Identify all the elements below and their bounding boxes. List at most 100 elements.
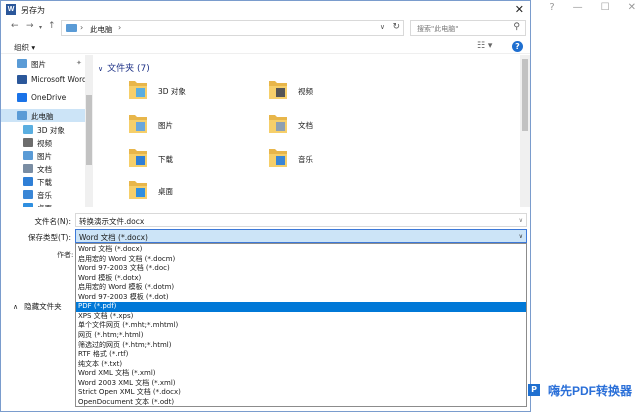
videos-icon [23,138,33,147]
chevron-up-icon: ∧ [13,303,19,311]
back-arrow-icon[interactable]: ← [11,21,19,31]
window-controls: ? — ☐ ✕ [549,2,636,13]
up-arrow-icon[interactable]: ↑ [48,21,56,31]
folder-label: 图片 [158,121,173,130]
filename-value: 转换演示文件.docx [79,217,145,226]
nav-item[interactable]: Microsoft Word [1,73,87,86]
forward-arrow-icon[interactable]: → [26,21,34,31]
navigation-pane: 图片 ✦ Microsoft Word OneDrive 此电脑 3D 对象 视频 图片 文档下… [1,55,93,207]
nav-item[interactable]: 图片 ✦ [1,57,85,70]
save-type-option[interactable]: Word 2003 XML 文档 (*.xml) [76,379,526,388]
nav-item[interactable]: 图片 [1,149,85,162]
save-type-option[interactable]: Word 模板 (*.dotx) [76,274,526,283]
close-icon[interactable]: ✕ [628,2,636,13]
computer-icon [66,24,77,32]
folder-item[interactable]: 图片 [128,111,268,141]
folder-view-scrollbar[interactable] [520,55,530,207]
address-dropdown-icon[interactable]: ∨ [380,23,385,31]
address-bar[interactable]: › 此电脑 › ∨ ↻ [61,20,404,36]
save-type-option[interactable]: Word 97-2003 模板 (*.dot) [76,293,526,302]
save-type-option[interactable]: PDF (*.pdf) [76,302,526,312]
save-type-option[interactable]: 单个文件网页 (*.mht;*.mhtml) [76,321,526,330]
navigation-scrollbar[interactable] [85,55,93,207]
folder-view: ∨ 文件夹 (7) 3D 对象 视频图片 文档下载 音乐桌面 [94,55,520,207]
folder-item[interactable]: 桌面 [128,177,268,207]
hide-folders-button[interactable]: ∧ 隐藏文件夹 [13,301,62,312]
save-type-option[interactable]: Strict Open XML 文档 (*.docx) [76,388,526,397]
save-type-options-list[interactable]: Word 文档 (*.docx) 启用宏的 Word 文档 (*.docm) Wor… [75,243,527,407]
downloads-icon [23,177,33,186]
dialog-titlebar: W 另存为 ✕ [1,1,530,18]
folder-label: 视频 [298,87,313,96]
pictures-icon [23,151,33,160]
breadcrumb-chevron-icon[interactable]: › [80,23,83,32]
search-box[interactable]: 搜索"此电脑" ⚲ [410,20,526,36]
save-type-value: Word 文档 (*.docx) [79,233,148,242]
save-type-select[interactable]: Word 文档 (*.docx) ∨ [75,229,527,243]
search-input[interactable]: 搜索"此电脑" [417,24,458,34]
folder-item[interactable]: 文档 [268,111,408,141]
folder-item[interactable]: 3D 对象 [128,77,268,107]
nav-item-label: 3D 对象 [37,126,65,135]
filename-dropdown-icon[interactable]: ∨ [519,217,523,224]
folders-group-header[interactable]: ∨ 文件夹 (7) [98,61,150,74]
folder-view-scrollbar-thumb[interactable] [522,59,528,131]
folder-item[interactable]: 视频 [268,77,408,107]
nav-item-label: 文档 [37,165,52,174]
recent-locations-chevron-icon[interactable]: ▾ [39,24,42,31]
dialog-title: 另存为 [21,6,45,15]
collapse-chevron-icon[interactable]: ∨ [98,65,103,73]
save-type-option[interactable]: Word XML 文档 (*.xml) [76,369,526,378]
downloads-folder-icon [129,149,147,167]
save-type-option[interactable]: Word 97-2003 文档 (*.doc) [76,264,526,273]
nav-item[interactable]: 3D 对象 [1,123,85,136]
save-type-option[interactable]: Word 文档 (*.docx) [76,245,526,254]
folder-item[interactable]: 音乐 [268,145,408,175]
filename-field[interactable]: 转换演示文件.docx ∨ [75,213,527,227]
nav-item[interactable]: 下载 [1,175,85,188]
minimize-icon[interactable]: — [573,2,583,13]
nav-item[interactable]: 视频 [1,136,85,149]
nav-item[interactable]: 桌面 [1,201,85,207]
save-type-option[interactable]: 网页 (*.htm;*.html) [76,331,526,340]
nav-item-label: 桌面 [37,203,52,207]
pin-icon[interactable]: ✦ [76,59,82,67]
documents-folder-icon [269,115,287,133]
folder-label: 下载 [158,155,173,164]
nav-item-label: 图片 [37,152,52,161]
desktop-folder-icon [129,181,147,199]
save-type-dropdown-icon[interactable]: ∨ [519,233,523,240]
nav-item[interactable]: 此电脑 [1,109,85,122]
folder-label: 桌面 [158,187,173,196]
nav-item[interactable]: OneDrive [1,91,85,104]
pictures-icon [17,59,27,68]
nav-item-label: 图片 [31,60,46,69]
nav-item-label: 此电脑 [31,112,54,121]
organize-button[interactable]: 组织 ▾ [14,42,35,53]
save-type-option[interactable]: 筛选过的网页 (*.htm;*.html) [76,341,526,350]
view-options-icon[interactable]: ☷ ▾ [477,41,492,51]
folder-label: 3D 对象 [158,87,186,96]
music-folder-icon [269,149,287,167]
refresh-icon[interactable]: ↻ [392,22,400,32]
folder-item[interactable]: 下载 [128,145,268,175]
close-icon[interactable]: ✕ [515,3,524,16]
save-type-option[interactable]: RTF 格式 (*.rtf) [76,350,526,359]
help-icon[interactable]: ? [512,41,523,52]
navigation-scrollbar-thumb[interactable] [86,95,92,165]
save-type-option[interactable]: 纯文本 (*.txt) [76,360,526,369]
breadcrumb-chevron-icon[interactable]: › [118,23,121,32]
save-type-option[interactable]: 启用宏的 Word 文档 (*.docm) [76,255,526,264]
nav-item[interactable]: 文档 [1,162,85,175]
save-type-option[interactable]: OpenDocument 文本 (*.odt) [76,398,526,407]
help-question-icon[interactable]: ? [549,2,554,13]
documents-icon [23,164,33,173]
maximize-icon[interactable]: ☐ [601,2,610,13]
save-type-option[interactable]: 启用宏的 Word 模板 (*.dotm) [76,283,526,292]
nav-item[interactable]: 音乐 [1,188,85,201]
save-type-option[interactable]: XPS 文档 (*.xps) [76,312,526,321]
nav-item-label: 下载 [37,178,52,187]
navigation-bar: ← → ▾ ↑ › 此电脑 › ∨ ↻ 搜索"此电脑" ⚲ [1,19,530,37]
breadcrumb-this-pc[interactable]: 此电脑 [90,24,113,35]
search-icon[interactable]: ⚲ [513,22,520,32]
